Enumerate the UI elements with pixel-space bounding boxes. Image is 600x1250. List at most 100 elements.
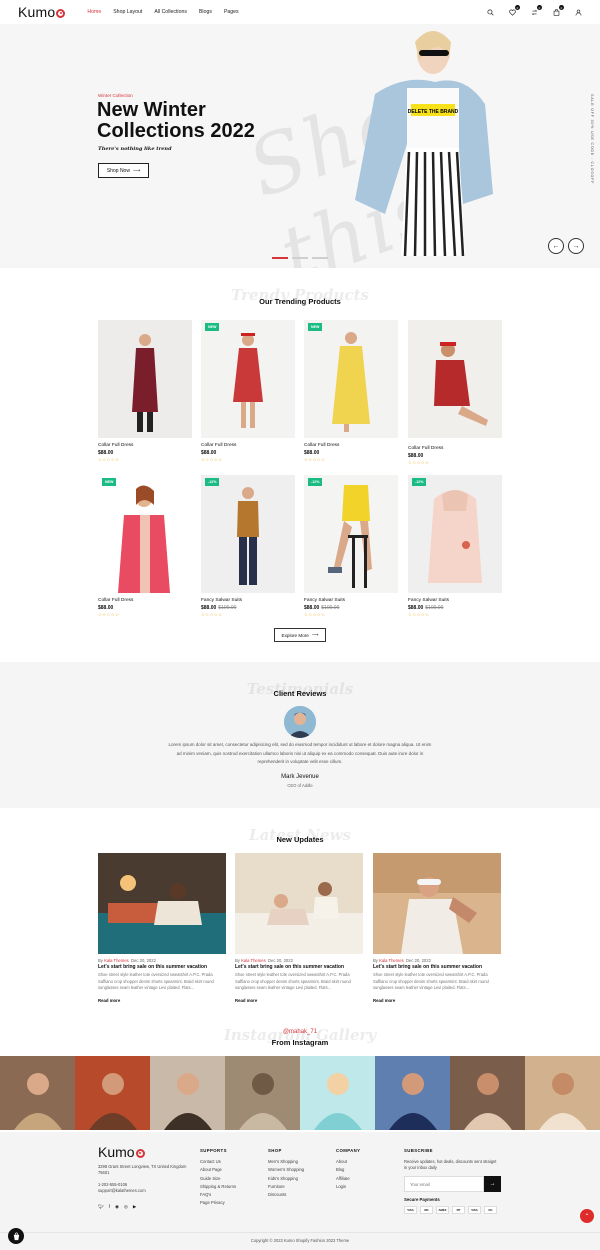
footer-link[interactable]: Women's Shopping <box>268 1167 304 1172</box>
blog-post-author[interactable]: Kala Themes <box>379 958 404 963</box>
product-image[interactable]: -12% <box>304 475 398 593</box>
search-icon[interactable] <box>486 8 494 16</box>
scroll-to-top-button[interactable]: ⌃ <box>580 1209 594 1223</box>
explore-more-button[interactable]: Explore More ⟶ <box>274 628 326 642</box>
shop-now-button[interactable]: Shop Now ⟶ <box>98 163 149 178</box>
product-image[interactable]: NEW <box>304 320 398 438</box>
footer-link[interactable]: Discounts <box>268 1192 304 1197</box>
footer-link[interactable]: About <box>336 1159 360 1164</box>
product-badge: NEW <box>205 323 220 331</box>
hero-dot-2[interactable] <box>292 257 308 259</box>
compare-icon[interactable]: 0 <box>530 5 542 16</box>
blog-post-author[interactable]: Kala Themes <box>241 958 266 963</box>
footer-link[interactable]: Login <box>336 1184 360 1189</box>
instagram-photo[interactable] <box>150 1056 225 1130</box>
footer-link[interactable]: Furniture <box>268 1184 304 1189</box>
blog-post-title[interactable]: Let's start bring sale on this summer va… <box>373 964 501 970</box>
blog-post-title[interactable]: Let's start bring sale on this summer va… <box>98 964 226 970</box>
blog-post-image[interactable] <box>373 853 501 954</box>
hero-prev-button[interactable]: ← <box>548 238 564 254</box>
footer-link[interactable]: Men's Shopping <box>268 1159 304 1164</box>
hero-dot-1[interactable] <box>272 257 288 259</box>
product-card[interactable]: Collar Full Dress $88.00 ☆☆☆☆☆ <box>98 320 192 463</box>
footer-email[interactable]: support@kalathemes.com <box>98 1188 146 1194</box>
blog-post-excerpt: Shoe street style leather tote oversized… <box>98 972 214 990</box>
blog-post-date: Dec 20, 2022 <box>131 958 156 963</box>
product-name[interactable]: Collar Full Dress <box>201 443 295 448</box>
youtube-icon[interactable]: ▶ <box>133 1204 136 1210</box>
subscribe-email-input[interactable]: Your email <box>404 1176 484 1192</box>
instagram-photo[interactable] <box>225 1056 300 1130</box>
blog-post-image[interactable] <box>235 853 363 954</box>
hero-dot-3[interactable] <box>312 257 328 259</box>
product-card[interactable]: -12% Fancy Salwar Suits $88.00 $100.00 ☆☆… <box>408 475 502 618</box>
product-image[interactable]: NEW <box>98 475 192 593</box>
hero-next-button[interactable]: → <box>568 238 584 254</box>
product-name[interactable]: Collar Full Dress <box>304 443 398 448</box>
product-name[interactable]: Collar Full Dress <box>98 598 192 603</box>
read-more-link[interactable]: Read more <box>98 998 226 1003</box>
account-icon[interactable] <box>574 8 582 16</box>
footer-column-title: SUPPORTS <box>200 1148 227 1153</box>
footer-link[interactable]: About Page <box>200 1167 236 1172</box>
shopify-icon[interactable] <box>8 1228 24 1244</box>
instagram-handle[interactable]: @mahak_71 <box>0 1029 600 1035</box>
new-updates-section: Latest News New Updates By Kala Themes D… <box>0 808 600 1018</box>
instagram-photo[interactable] <box>525 1056 600 1130</box>
nav-pages[interactable]: Pages <box>224 9 239 15</box>
footer-link[interactable]: Kids's Shopping <box>268 1176 304 1181</box>
blog-post-card: By Kala Themes Dec 20, 2022 Let's start … <box>373 853 501 1003</box>
subscribe-submit-button[interactable]: → <box>484 1176 501 1192</box>
read-more-link[interactable]: Read more <box>373 998 501 1003</box>
product-image[interactable] <box>408 320 502 438</box>
product-card[interactable]: Collar Full Dress $88.00 ☆☆☆☆☆ <box>408 320 502 466</box>
footer-address: 3298 Grant Street Longview, TX United Ki… <box>98 1164 187 1175</box>
hero-banner: Shop this Winter Collection New Winter C… <box>0 24 600 268</box>
product-card[interactable]: NEW Collar Full Dress $88.00 ☆☆☆☆☆ <box>304 320 398 463</box>
footer-link[interactable]: Page Privacy <box>200 1200 236 1205</box>
product-current-price: $88.00 <box>408 453 424 459</box>
footer-link[interactable]: Contact Us <box>200 1159 236 1164</box>
facebook-icon[interactable]: f <box>109 1204 110 1210</box>
product-image[interactable] <box>98 320 192 438</box>
cart-icon[interactable]: 0 <box>552 5 564 16</box>
product-price: $88.00 <box>98 450 192 456</box>
product-card[interactable]: -12% Fancy Salwar Suits $88.00 $100.00 ☆☆… <box>201 475 295 618</box>
footer-link[interactable]: FAQ's <box>200 1192 236 1197</box>
instagram-photo[interactable] <box>450 1056 525 1130</box>
footer-logo[interactable]: Kumo <box>98 1144 145 1160</box>
instagram-icon[interactable]: ◎ <box>124 1204 128 1210</box>
nav-blogs[interactable]: Blogs <box>199 9 212 15</box>
product-image[interactable]: -12% <box>408 475 502 593</box>
nav-shop-layout[interactable]: Shop Layout <box>113 9 142 15</box>
read-more-link[interactable]: Read more <box>235 998 363 1003</box>
nav-all-collections[interactable]: All Collections <box>154 9 187 15</box>
product-name[interactable]: Collar Full Dress <box>98 443 192 448</box>
product-name[interactable]: Fancy Salwar Suits <box>201 598 295 603</box>
footer-link[interactable]: Shipping & Returns <box>200 1184 236 1189</box>
footer-link[interactable]: Guide Size <box>200 1176 236 1181</box>
instagram-photo[interactable] <box>0 1056 75 1130</box>
nav-home[interactable]: Home <box>87 9 101 15</box>
product-name[interactable]: Fancy Salwar Suits <box>304 598 398 603</box>
pinterest-icon[interactable]: ◉ <box>115 1204 119 1210</box>
product-card[interactable]: -12% Fancy Salwar Suits $88.00 $100.00 ☆☆… <box>304 475 398 618</box>
instagram-photo[interactable] <box>300 1056 375 1130</box>
product-card[interactable]: NEW Collar Full Dress $88.00 ☆☆☆☆☆ <box>98 475 192 618</box>
instagram-photo[interactable] <box>75 1056 150 1130</box>
blog-post-title[interactable]: Let's start bring sale on this summer va… <box>235 964 363 970</box>
logo-text: Kumo <box>18 4 56 20</box>
footer-link[interactable]: Blog <box>336 1167 360 1172</box>
footer-link[interactable]: Affiliate <box>336 1176 360 1181</box>
product-image[interactable]: -12% <box>201 475 295 593</box>
product-name[interactable]: Collar Full Dress <box>408 446 502 451</box>
wishlist-icon[interactable]: 0 <box>508 5 520 16</box>
product-card[interactable]: NEW Collar Full Dress $88.00 ☆☆☆☆☆ <box>201 320 295 463</box>
product-image[interactable]: NEW <box>201 320 295 438</box>
site-logo[interactable]: Kumo <box>18 4 66 20</box>
blog-post-author[interactable]: Kala Themes <box>104 958 129 963</box>
blog-post-image[interactable] <box>98 853 226 954</box>
twitter-icon[interactable]: 🐦︎ <box>98 1204 104 1210</box>
instagram-photo[interactable] <box>375 1056 450 1130</box>
product-name[interactable]: Fancy Salwar Suits <box>408 598 502 603</box>
